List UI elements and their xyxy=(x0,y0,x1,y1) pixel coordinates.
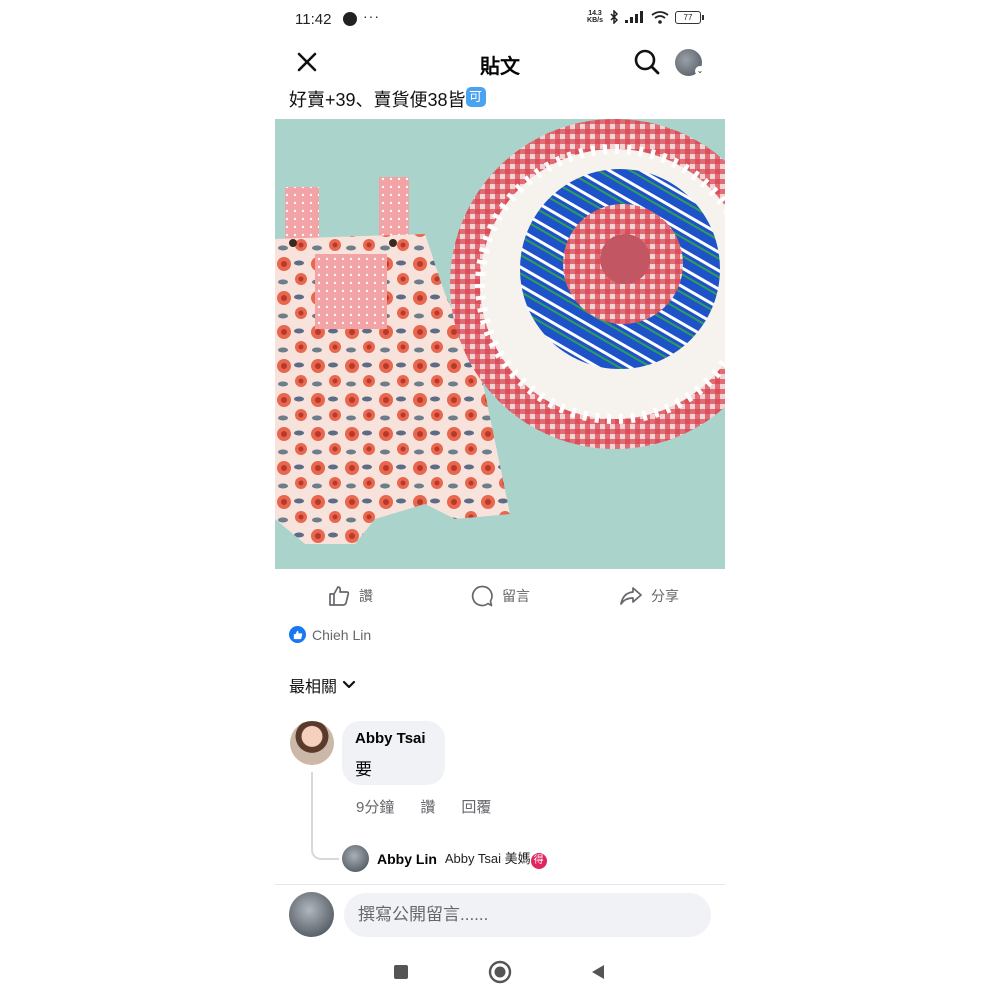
divider xyxy=(275,884,725,885)
comment-like-link[interactable]: 讚 xyxy=(420,796,435,817)
comment-text: 要 xyxy=(355,760,372,779)
thread-connector xyxy=(311,772,339,860)
emoji-badge-icon: 得 xyxy=(530,853,547,869)
chevron-down-icon xyxy=(342,680,356,689)
like-button[interactable]: 讚 xyxy=(327,578,373,614)
network-speed: 14.3 KB/s xyxy=(587,10,603,24)
emoji-badge-icon: 可 xyxy=(465,87,486,107)
bluetooth-icon xyxy=(610,10,619,24)
reactions-summary[interactable]: Chieh Lin xyxy=(289,626,371,643)
post-text: 好賣+39、賣貨便38皆可 xyxy=(289,86,486,112)
thumbs-up-icon xyxy=(329,586,350,606)
like-label: 讚 xyxy=(359,588,373,604)
reply-text-content: Abby Tsai 美媽 xyxy=(444,851,531,866)
comment-input[interactable]: 撰寫公開留言...... xyxy=(344,893,711,937)
comment-label: 留言 xyxy=(502,588,530,604)
comment-button[interactable]: 留言 xyxy=(470,578,530,614)
chevron-down-icon: ⌄ xyxy=(695,66,705,76)
reply-text: Abby Tsai 美媽得 xyxy=(445,848,547,869)
status-time: 11:42 xyxy=(295,11,332,28)
post-photo[interactable] xyxy=(275,119,725,569)
back-button[interactable] xyxy=(586,960,610,984)
share-arrow-icon xyxy=(620,587,642,605)
comment-time: 9分鐘 xyxy=(356,799,395,816)
status-more: ··· xyxy=(363,8,380,24)
comment-bubble-icon xyxy=(471,585,493,607)
liker-name: Chieh Lin xyxy=(312,626,372,643)
home-circle-icon xyxy=(488,960,512,984)
reply-preview[interactable]: Abby Lin Abby Tsai 美媽得 xyxy=(342,845,547,872)
comment-meta: 9分鐘 讚 回覆 xyxy=(356,796,491,817)
top-bar: 貼文 ⌄ xyxy=(275,40,725,86)
share-button[interactable]: 分享 xyxy=(619,578,679,614)
reply-avatar xyxy=(342,845,369,872)
battery-indicator: 77 xyxy=(675,10,704,24)
search-icon[interactable] xyxy=(633,48,661,76)
recent-apps-button[interactable] xyxy=(389,960,413,984)
back-triangle-icon xyxy=(592,965,604,979)
home-button[interactable] xyxy=(488,960,512,984)
signal-icon xyxy=(625,11,643,23)
status-indicators: 14.3 KB/s 77 xyxy=(587,10,704,24)
composer-avatar xyxy=(289,892,334,937)
phone-screen: 11:42 ··· 14.3 KB/s 77 貼文 ⌄ 好賣+39、賣貨便38皆… xyxy=(275,0,725,1000)
messenger-icon xyxy=(343,12,357,26)
comment-bubble[interactable]: Abby Tsai 要 xyxy=(342,721,445,785)
comment-reply-link[interactable]: 回覆 xyxy=(461,796,491,817)
wifi-icon xyxy=(651,10,669,24)
sort-label: 最相關 xyxy=(289,679,338,696)
comment-sort-dropdown[interactable]: 最相關 xyxy=(289,673,357,697)
action-row: 讚 留言 分享 xyxy=(275,578,725,614)
status-bar: 11:42 ··· 14.3 KB/s 77 xyxy=(275,0,725,40)
post-text-content: 好賣+39、賣貨便38皆 xyxy=(289,90,466,110)
commenter-avatar[interactable] xyxy=(290,721,334,765)
clothing-photo-illustration xyxy=(275,119,725,569)
comment-author[interactable]: Abby Tsai xyxy=(355,730,426,747)
reply-author: Abby Lin xyxy=(377,850,437,867)
square-icon xyxy=(394,965,408,979)
share-label: 分享 xyxy=(651,588,679,604)
speed-unit: KB/s xyxy=(587,17,603,24)
system-nav-bar xyxy=(275,950,725,994)
like-reaction-icon xyxy=(289,626,306,643)
speed-value: 14.3 xyxy=(588,10,602,17)
